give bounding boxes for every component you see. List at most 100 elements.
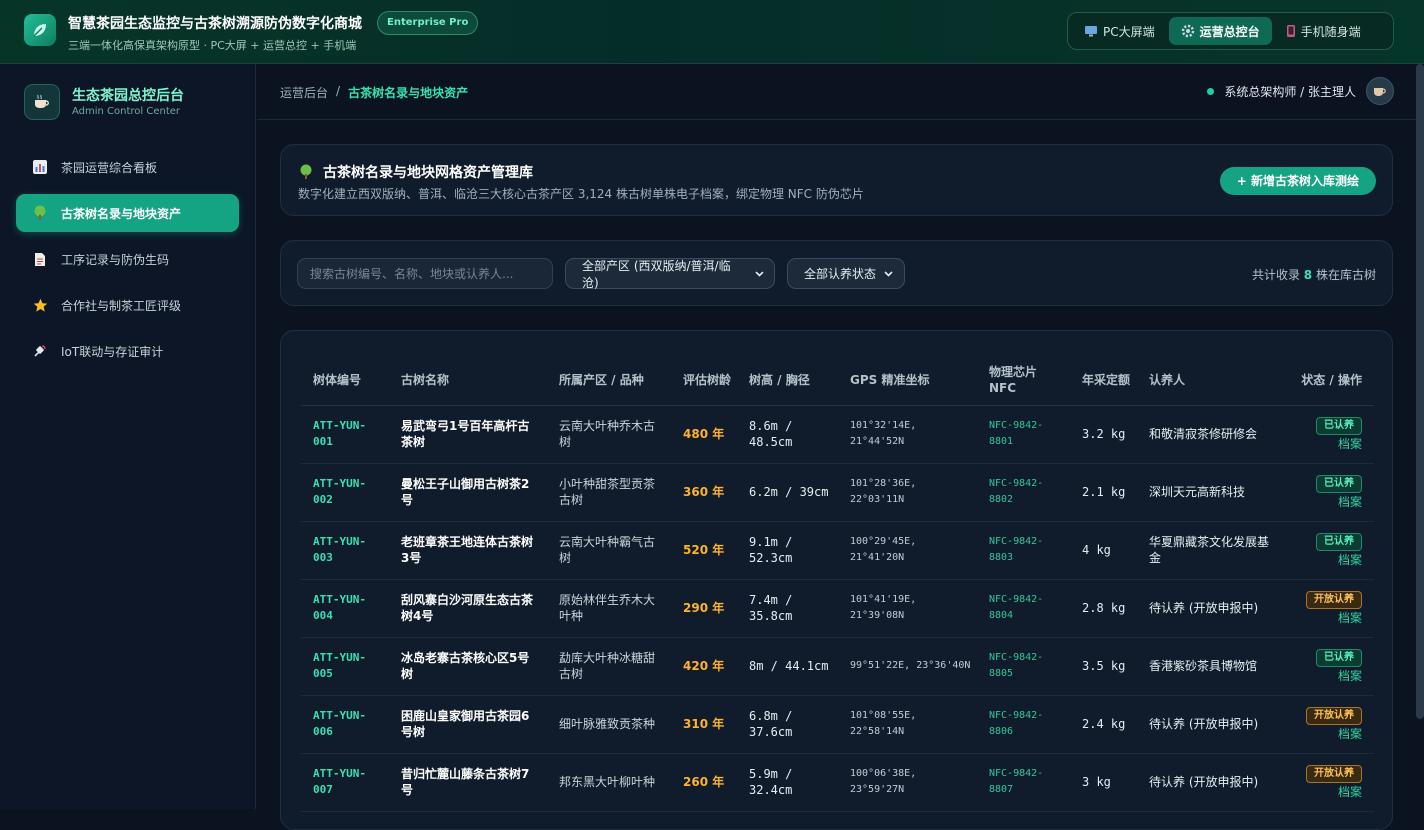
status-badge: 已认养 [1316, 533, 1362, 551]
sidebar-item-label: IoT联动与存证审计 [61, 344, 164, 359]
tree-name: 困鹿山皇家御用古茶园6号树 [389, 695, 547, 754]
table-row[interactable]: ATT-YUN-001 易武弯弓1号百年高杆古茶树 云南大叶种乔木古树 480 年 8.… [301, 405, 1374, 464]
edition-badge: Enterprise Pro [377, 11, 479, 35]
star-icon [32, 297, 48, 313]
tree-region: 云南大叶种霸气古树 [547, 521, 671, 580]
region-select[interactable]: 全部产区 (西双版纳/普洱/临沧) [565, 258, 775, 290]
app-title: 智慧茶园生态监控与古茶树溯源防伪数字化商城 [68, 16, 362, 32]
tree-age: 260 年 [671, 753, 737, 812]
tree-yield: 3 kg [1070, 753, 1137, 812]
tree-region: 勐库大叶种冰糖甜古树 [547, 637, 671, 696]
satellite-icon [32, 343, 48, 359]
sidebar-subtitle: Admin Control Center [72, 106, 181, 117]
status-select-value: 全部认养状态 [804, 267, 877, 281]
tree-size: 8m / 44.1cm [737, 637, 838, 696]
tree-name: 刮风寨白沙河原生态古茶树4号 [389, 579, 547, 638]
tree-actions: 已认养 档案 [1283, 405, 1374, 464]
app-logo [24, 14, 56, 46]
tree-yield: 2.4 kg [1070, 695, 1137, 754]
phone-icon [1286, 25, 1295, 37]
breadcrumb-root[interactable]: 运营后台 [280, 84, 328, 101]
view-mobile-label: 手机随身端 [1300, 24, 1361, 39]
column-header: 认养人 [1137, 355, 1283, 406]
tree-gps: 101°41'19E, 21°39'08N [838, 579, 977, 638]
tree-adopter: 待认养 (开放申报中) [1137, 695, 1283, 754]
tree-size: 9.1m / 52.3cm [737, 521, 838, 580]
tree-age: 420 年 [671, 637, 737, 696]
view-mobile-button[interactable]: 手机随身端 [1274, 17, 1373, 45]
record-count-prefix: 共计收录 [1251, 268, 1300, 282]
sidebar-item-trees[interactable]: 古茶树名录与地块资产 [16, 194, 239, 232]
avatar[interactable] [1366, 77, 1394, 105]
column-header: 状态 / 操作 [1283, 355, 1374, 406]
column-header: GPS 精准坐标 [838, 355, 977, 406]
filter-bar: 全部产区 (西双版纳/普洱/临沧) 全部认养状态 共计收录 8 株在库古树 [280, 240, 1393, 306]
page-scrollbar[interactable] [1416, 64, 1424, 719]
teacup-icon [35, 94, 49, 108]
search-input[interactable] [297, 258, 553, 289]
view-switcher: PC大屏端 运营总控台 手机随身端 [1067, 12, 1394, 50]
tree-nfc: NFC-9842-8803 [977, 521, 1070, 580]
view-archive-link[interactable]: 档案 [1295, 784, 1362, 800]
sidebar-title: 生态茶园总控后台 [72, 88, 184, 104]
tree-nfc: NFC-9842-8801 [977, 405, 1070, 464]
chevron-down-icon [884, 270, 893, 277]
tree-adopter: 香港紫砂茶具博物馆 [1137, 637, 1283, 696]
add-tree-button[interactable]: + 新增古茶树入库测绘 [1219, 167, 1376, 195]
sidebar-item-dashboard[interactable]: 茶园运营综合看板 [16, 148, 239, 186]
tree-region: 小叶种甜茶型贡茶古树 [547, 463, 671, 522]
tree-gps: 101°28'36E, 22°03'11N [838, 463, 977, 522]
sidebar-item-process[interactable]: 工序记录与防伪生码 [16, 240, 239, 278]
table-row[interactable]: ATT-YUN-006 困鹿山皇家御用古茶园6号树 细叶脉雅致贡茶种 310 年 6.8… [301, 695, 1374, 754]
table-row[interactable]: ATT-YUN-005 冰岛老寨古茶核心区5号树 勐库大叶种冰糖甜古树 420 年 8m… [301, 637, 1374, 696]
record-count-value: 8 [1303, 268, 1313, 282]
view-archive-link[interactable]: 档案 [1295, 436, 1362, 452]
view-archive-link[interactable]: 档案 [1295, 552, 1362, 568]
tree-yield: 3.5 kg [1070, 637, 1137, 696]
table-row[interactable]: ATT-YUN-007 昔归忙麓山藤条古茶树7号 邦东黑大叶柳叶种 260 年 5.9m… [301, 753, 1374, 812]
leaf-icon [33, 24, 46, 37]
column-header: 物理芯片 NFC [977, 355, 1070, 406]
tree-table: 树体编号 古树名称 所属产区 / 品种 评估树龄 树高 / 胸径 GPS 精准坐… [301, 355, 1374, 812]
view-archive-link[interactable]: 档案 [1295, 494, 1362, 510]
teacup-avatar-icon [1374, 88, 1386, 96]
table-row[interactable]: ATT-YUN-002 曼松王子山御用古树茶2号 小叶种甜茶型贡茶古树 360 年 6.… [301, 463, 1374, 522]
sidebar-item-label: 古茶树名录与地块资产 [61, 206, 182, 221]
view-pc-label: PC大屏端 [1103, 24, 1155, 39]
tree-yield: 3.2 kg [1070, 405, 1137, 464]
view-archive-link[interactable]: 档案 [1295, 610, 1362, 626]
table-row[interactable]: ATT-YUN-004 刮风寨白沙河原生态古茶树4号 原始林伴生乔木大叶种 290 年… [301, 579, 1374, 638]
tree-name: 冰岛老寨古茶核心区5号树 [389, 637, 547, 696]
sidebar-item-iot[interactable]: IoT联动与存证审计 [16, 332, 239, 370]
sidebar-item-rating[interactable]: 合作社与制茶工匠评级 [16, 286, 239, 324]
table-header-row: 树体编号 古树名称 所属产区 / 品种 评估树龄 树高 / 胸径 GPS 精准坐… [301, 355, 1374, 406]
sidebar-nav: 茶园运营综合看板 古茶树名录与地块资产 工序记录与防伪生码 合作社与制茶工匠评级… [16, 148, 239, 378]
view-ops-button[interactable]: 运营总控台 [1168, 17, 1272, 45]
table-row[interactable]: ATT-YUN-003 老班章茶王地连体古茶树3号 云南大叶种霸气古树 520 年 9.… [301, 521, 1374, 580]
column-header: 年采定额 [1070, 355, 1137, 406]
page-title-text: 古茶树名录与地块网格资产管理库 [323, 165, 533, 181]
tree-id: ATT-YUN-004 [301, 579, 389, 638]
status-badge: 已认养 [1316, 649, 1362, 667]
region-select-value: 全部产区 (西双版纳/普洱/临沧) [582, 258, 731, 290]
tree-nfc: NFC-9842-8805 [977, 637, 1070, 696]
view-archive-link[interactable]: 档案 [1295, 668, 1362, 684]
brand-icon [24, 84, 60, 120]
breadcrumb-current: 古茶树名录与地块资产 [348, 86, 469, 100]
chevron-down-icon [755, 270, 764, 277]
status-select[interactable]: 全部认养状态 [787, 258, 905, 289]
status-badge: 已认养 [1316, 475, 1362, 493]
tree-size: 8.6m / 48.5cm [737, 405, 838, 464]
bar-chart-icon [32, 159, 48, 175]
tree-name: 昔归忙麓山藤条古茶树7号 [389, 753, 547, 812]
tree-table-card: 树体编号 古树名称 所属产区 / 品种 评估树龄 树高 / 胸径 GPS 精准坐… [280, 330, 1393, 830]
gear-icon [1181, 24, 1194, 38]
tree-yield: 2.8 kg [1070, 579, 1137, 638]
view-pc-button[interactable]: PC大屏端 [1072, 17, 1167, 45]
document-icon [32, 251, 48, 267]
tree-adopter: 待认养 (开放申报中) [1137, 753, 1283, 812]
tree-region: 邦东黑大叶柳叶种 [547, 753, 671, 812]
tree-gps: 99°51'22E, 23°36'40N [838, 637, 977, 696]
column-header: 评估树龄 [671, 355, 737, 406]
view-archive-link[interactable]: 档案 [1295, 726, 1362, 742]
